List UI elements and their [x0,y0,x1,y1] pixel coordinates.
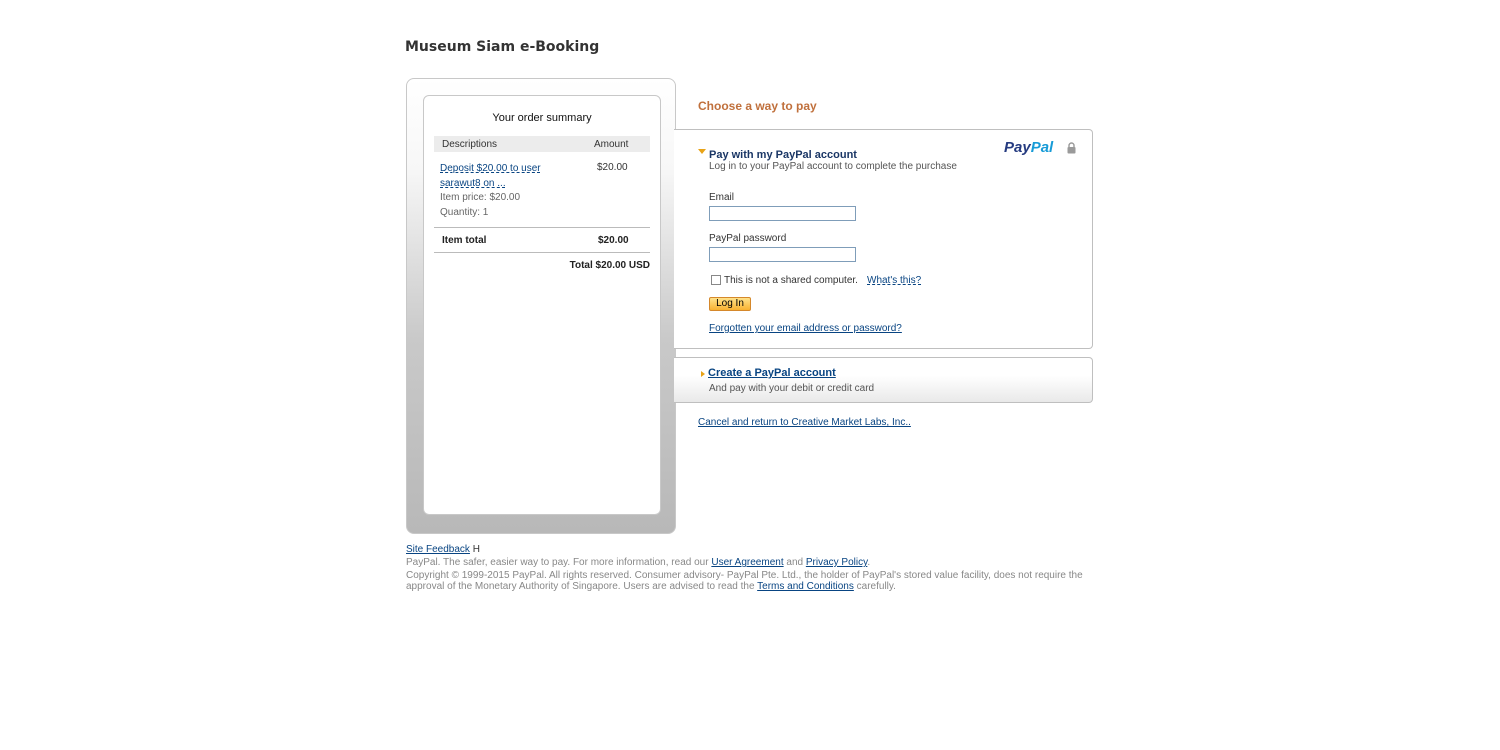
triangle-down-icon [698,149,706,154]
shared-computer-label: This is not a shared computer. [724,275,858,286]
create-account-subtitle: And pay with your debit or credit card [709,383,875,394]
grand-total: Total $20.00 USD [569,260,650,271]
footer: Site Feedback H PayPal. The safer, easie… [406,544,1101,592]
amount-column-header: Amount [594,139,629,150]
footer-feedback-row: Site Feedback H [406,544,1101,555]
copyright-suffix: carefully. [856,581,896,592]
create-account-link[interactable]: Create a PayPal account [708,367,836,379]
paypal-logo-pal: Pal [1030,139,1054,156]
site-feedback-link[interactable]: Site Feedback [406,544,470,555]
and-text: and [786,557,804,568]
item-amount: $20.00 [597,162,628,173]
login-section-subtitle: Log in to your PayPal account to complet… [709,161,957,172]
login-button[interactable]: Log In [709,297,751,311]
order-summary-card: Your order summary Descriptions Amount D… [423,95,661,515]
lock-icon [1067,142,1076,154]
feedback-suffix: H [472,544,480,555]
order-summary-heading: Your order summary [492,112,592,124]
login-section-title-row[interactable]: Pay with my PayPal account [698,143,857,162]
user-agreement-link[interactable]: User Agreement [711,557,783,568]
order-summary-panel: Your order summary Descriptions Amount D… [406,78,676,534]
choose-payment-heading: Choose a way to pay [698,99,817,113]
password-label: PayPal password [709,233,787,244]
item-total-value: $20.00 [598,235,629,246]
footer-copyright: Copyright © 1999-2015 PayPal. All rights… [406,570,1101,592]
forgot-credentials-link[interactable]: Forgotten your email address or password… [709,323,902,334]
summary-divider [434,227,650,228]
item-description-link[interactable]: Deposit $20.00 to user sarawut8 on ... [440,161,560,191]
summary-divider [434,252,650,253]
cancel-return-link[interactable]: Cancel and return to Creative Market Lab… [698,417,911,428]
whats-this-link[interactable]: What's this? [867,275,921,286]
descriptions-column-header: Descriptions [442,139,498,150]
item-price: Item price: $20.00 [440,192,521,203]
create-account-section: Create a PayPal account And pay with you… [674,357,1093,403]
footer-tagline: PayPal. The safer, easier way to pay. Fo… [406,557,1101,568]
tagline-text: PayPal. The safer, easier way to pay. Fo… [406,557,709,568]
copyright-text: Copyright © 1999-2015 PayPal. All rights… [406,570,1083,592]
item-quantity: Quantity: 1 [440,207,489,218]
email-field[interactable] [709,206,856,221]
paypal-login-section: Pay with my PayPal account Log in to you… [674,129,1093,349]
terms-conditions-link[interactable]: Terms and Conditions [757,581,854,592]
privacy-policy-link[interactable]: Privacy Policy [806,557,868,568]
email-label: Email [709,192,735,203]
tagline-period: . [867,557,871,568]
merchant-title: Museum Siam e-Booking [405,39,600,55]
password-field[interactable] [709,247,856,262]
paypal-logo-pay: Pay [1004,139,1031,156]
item-total-label: Item total [442,235,487,246]
shared-computer-checkbox[interactable] [711,275,721,285]
summary-table-header: Descriptions Amount [434,136,650,152]
login-section-title: Pay with my PayPal account [709,149,857,161]
paypal-logo: PayPal [1004,139,1053,156]
triangle-right-icon [701,371,705,377]
